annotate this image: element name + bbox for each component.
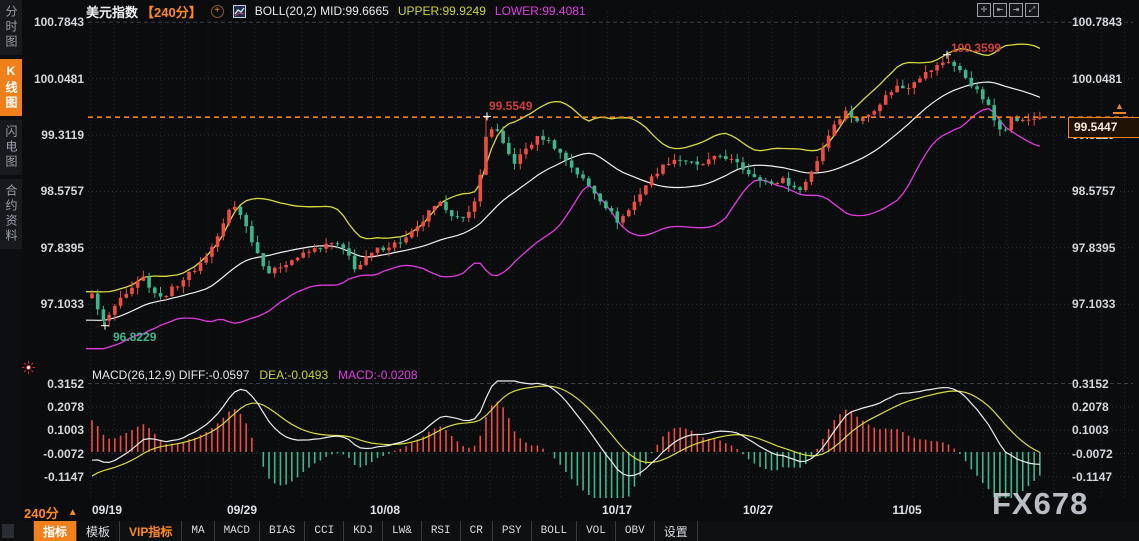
macd-axis-label-right: -0.0072 xyxy=(1072,446,1113,461)
date-label: 11/05 xyxy=(892,503,922,517)
boll-lower-label: LOWER:99.4081 xyxy=(494,4,586,18)
toolbar-tab-1[interactable]: 指标 xyxy=(34,521,78,541)
restore-icon[interactable]: ⤢ xyxy=(1025,3,1039,17)
price-axis-label-right: 98.5757 xyxy=(1072,184,1116,199)
toolbar-item-psy[interactable]: PSY xyxy=(493,521,532,541)
price-axis-label-left: 97.8395 xyxy=(40,240,84,255)
chart-header: 美元指数 【240分】 + BOLL(20,2) MID:99.6665 UPP… xyxy=(86,3,586,20)
macd-axis-label-left: -0.0072 xyxy=(43,446,84,461)
date-label: 09/19 xyxy=(91,503,123,517)
macd-macd-label: MACD:-0.0208 xyxy=(338,368,418,382)
macd-axis-label-right: -0.1147 xyxy=(1072,469,1113,484)
toolbar-item-lw[interactable]: LW& xyxy=(383,521,422,541)
toolbar-item-macd[interactable]: MACD xyxy=(215,521,260,541)
sidebar-tab-2[interactable]: K线图 xyxy=(0,59,22,116)
watermark: FX678 xyxy=(992,486,1089,521)
toolbar-item-ma[interactable]: MA xyxy=(182,521,215,541)
crosshair-icon[interactable]: ✛ xyxy=(977,3,991,17)
trading-app-window: 分时图 K线图 闪电图 合约资料 美元指数 【240分】 + BOLL(20,2) M… xyxy=(0,0,1139,541)
boll-label: BOLL(20,2) MID:99.6665 xyxy=(254,4,389,18)
price-axis-label-right: 100.7843 xyxy=(1072,15,1123,30)
price-axis-label-right: 97.8395 xyxy=(1072,240,1116,255)
chart-canvas[interactable] xyxy=(0,0,1139,541)
price-marker-icon: ▲ xyxy=(1113,101,1127,115)
price-axis-label-left: 98.5757 xyxy=(40,184,84,199)
toolbar-item-vip[interactable]: VIP指标 xyxy=(120,521,183,541)
toolbar-item-rsi[interactable]: RSI xyxy=(422,521,461,541)
symbol-title: 美元指数 xyxy=(86,4,139,20)
toolbar-item-[interactable]: 设置 xyxy=(655,521,698,541)
price-axis-label-left: 100.7843 xyxy=(33,15,84,30)
date-label: 10/17 xyxy=(601,503,633,517)
corner-chip xyxy=(2,524,14,538)
price-axis-label-left: 100.0481 xyxy=(33,71,84,86)
macd-axis-label-right: 0.2078 xyxy=(1072,399,1109,414)
period-title: 【240分】 xyxy=(141,4,202,20)
annotation-low: 96.8229 xyxy=(113,330,157,344)
toolbar-item-obv[interactable]: OBV xyxy=(616,521,655,541)
price-axis-label-left: 97.1033 xyxy=(40,297,84,312)
macd-axis-label-left: 0.3152 xyxy=(47,376,84,391)
macd-axis-label-left: 0.2078 xyxy=(47,399,84,414)
toolbar-item-boll[interactable]: BOLL xyxy=(532,521,578,541)
annotation-high: 100.3599 xyxy=(951,41,1002,55)
price-axis-label-left: 99.3119 xyxy=(41,128,84,142)
toolbar-item-vol[interactable]: VOL xyxy=(577,521,616,541)
annotation-swing-high: 99.5549 xyxy=(489,99,533,113)
toolbar-item-kdj[interactable]: KDJ xyxy=(344,521,384,541)
price-axis-label-right: 100.0481 xyxy=(1072,71,1123,86)
toolbar-item-bias[interactable]: BIAS xyxy=(260,521,306,541)
zoom-in-icon[interactable]: ⇥ xyxy=(1009,3,1023,17)
zoom-out-icon[interactable]: ⇤ xyxy=(993,3,1007,17)
last-price-badge: 99.5447 xyxy=(1068,116,1139,138)
macd-dea-label: DEA:-0.0493 xyxy=(259,368,329,382)
price-axis-label-right: 97.1033 xyxy=(1072,297,1116,312)
macd-axis-label-left: -0.1147 xyxy=(43,469,84,484)
macd-axis-label-right: 0.3152 xyxy=(1072,376,1109,391)
date-label: 10/08 xyxy=(369,503,401,517)
indicator-toolbar: 指标 模板 VIP指标 MA MACD BIAS CCI KDJ LW& RSI CR PSY BOLL… xyxy=(0,521,1139,541)
toolbar-item-cr[interactable]: CR xyxy=(461,521,493,541)
add-indicator-icon[interactable]: + xyxy=(210,4,224,18)
window-controls: ✛ ⇤ ⇥ ⤢ xyxy=(977,3,1039,17)
chart-type-icon[interactable] xyxy=(232,4,246,18)
toolbar-tab-2[interactable]: 模板 xyxy=(77,521,121,541)
alert-dot-icon[interactable] xyxy=(22,361,35,374)
toolbar-item-cci[interactable]: CCI xyxy=(305,521,345,541)
date-label: 09/29 xyxy=(226,503,258,517)
period-selector[interactable]: 240分 ▲ xyxy=(24,503,78,522)
macd-axis-label-left: 0.1003 xyxy=(47,423,84,438)
date-label: 10/27 xyxy=(742,503,774,517)
macd-header: MACD(26,12,9) DIFF:-0.0597 DEA:-0.0493 M… xyxy=(92,368,418,382)
triangle-up-icon: ▲ xyxy=(67,507,78,518)
boll-upper-label: UPPER:99.9249 xyxy=(397,4,486,18)
macd-title: MACD(26,12,9) DIFF:-0.0597 xyxy=(92,368,250,382)
macd-axis-label-right: 0.1003 xyxy=(1072,423,1109,438)
